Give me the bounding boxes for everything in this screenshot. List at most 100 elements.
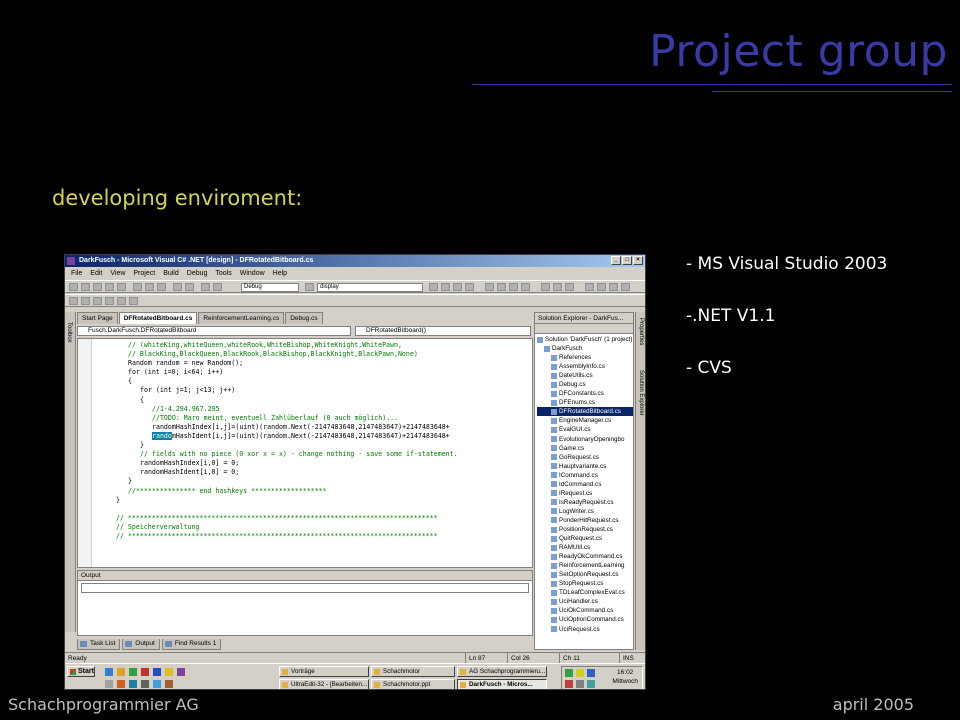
solution-item[interactable]: Hauptvariante.cs [537,462,633,471]
quicklaunch-folder-icon[interactable] [165,668,173,676]
tray-clock[interactable]: 16:02 Mittwoch [612,668,638,686]
close-button[interactable]: × [633,256,643,265]
menu-file[interactable]: File [71,268,82,279]
grid-icon[interactable] [81,297,90,305]
maximize-button[interactable]: □ [622,256,632,265]
save-all-icon[interactable] [117,283,126,291]
code-editor[interactable]: // (whiteKing,whiteQueen,whiteRook,White… [77,338,533,568]
solution-item[interactable]: IRequest.cs [537,489,633,498]
tab-reinforcementlearning[interactable]: ReinforcementLearning.cs [198,312,285,324]
solution-item[interactable]: EngineManager.cs [537,416,633,425]
quicklaunch-tool-icon[interactable] [141,680,149,688]
start-button[interactable]: Start [67,666,95,677]
tab-start-page[interactable]: Start Page [77,312,118,324]
solution-item[interactable]: DFConstants.cs [537,389,633,398]
menu-view[interactable]: View [110,268,125,279]
solution-item[interactable]: LogWriter.cs [537,507,633,516]
code-line[interactable]: } [96,496,458,505]
quicklaunch-vs-icon[interactable] [177,668,185,676]
task-ultraedit[interactable]: UltraEdit-32 - [Bearbeiten... [279,679,369,689]
solution-item[interactable]: EvolutionaryOpeningbo [537,435,633,444]
paste-icon[interactable] [157,283,166,291]
solution-explorer-icon[interactable] [429,283,438,291]
clear-bookmarks-icon[interactable] [621,283,630,291]
find-combo[interactable]: display [317,283,423,292]
new-project-icon[interactable] [69,283,78,291]
tray-network-icon[interactable] [565,669,573,677]
code-line[interactable]: //1-4.294.967.295 [96,405,458,414]
solution-item[interactable]: DFRotatedBitboard.cs [537,407,633,417]
code-line[interactable]: for (int i=0; i<64; i++) [96,368,458,377]
quicklaunch-word-icon[interactable] [153,668,161,676]
tab-task-list[interactable]: Task List [77,639,121,650]
copy-icon[interactable] [145,283,154,291]
code-line[interactable]: // *************************************… [96,514,458,523]
solution-item[interactable]: UciOkCommand.cs [537,606,633,615]
solution-explorer-tab[interactable]: Solution Explorer [638,370,644,416]
undo-icon[interactable] [173,283,182,291]
code-lines[interactable]: // (whiteKing,whiteQueen,whiteRook,White… [96,341,458,541]
bookmark-icon[interactable] [585,283,594,291]
menu-edit[interactable]: Edit [90,268,102,279]
code-line[interactable]: randomHashIndex[i,j]=(uint)(random.Next(… [96,423,458,432]
solution-item[interactable]: DarkFusch [537,344,633,353]
code-line[interactable]: for (int j=1; j<13; j++) [96,386,458,395]
solution-item[interactable]: DateUtils.cs [537,371,633,380]
solution-item[interactable]: Debug.cs [537,380,633,389]
minimize-button[interactable]: _ [611,256,621,265]
tab-dfrotatedbitboard[interactable]: DFRotatedBitboard.cs [118,312,198,324]
add-item-icon[interactable] [81,283,90,291]
solution-item[interactable]: AssemblyInfo.cs [537,362,633,371]
next-bookmark-icon[interactable] [597,283,606,291]
code-line[interactable]: { [96,396,458,405]
tray-printer-icon[interactable] [576,680,584,688]
align-left-icon[interactable] [485,283,494,291]
solution-item[interactable]: Solution 'DarkFusch' (1 project) [537,335,633,344]
indent-icon[interactable] [553,283,562,291]
output-source-select[interactable] [81,583,529,593]
menu-window[interactable]: Window [240,268,265,279]
toolbox-label[interactable]: Toolbox [66,322,72,343]
solution-item[interactable]: PonderHitRequest.cs [537,516,633,525]
solution-item[interactable]: IdCommand.cs [537,480,633,489]
code-line[interactable]: // BlackKing,BlackQueen,BlackRook,BlackB… [96,350,458,359]
task-schachmotor-ppt[interactable]: Schachmotor.ppt [371,679,455,689]
solution-item[interactable]: UciOptionCommand.cs [537,615,633,624]
solution-item[interactable]: PositionRequest.cs [537,525,633,534]
quicklaunch-net-icon[interactable] [129,680,137,688]
tray-volume-icon[interactable] [576,669,584,677]
task-vortraege[interactable]: Vorträge [279,666,369,677]
task-ag-schachprogrammierung[interactable]: AG Schachprogrammieru... [457,666,547,677]
code-line[interactable]: //TODO: Maro meint, eventuell Zahlüberla… [96,414,458,423]
code-line[interactable]: // Speicherverwaltung [96,523,458,532]
menu-debug[interactable]: Debug [187,268,208,279]
quicklaunch-desktop-icon[interactable] [105,680,113,688]
solution-item[interactable]: StopRequest.cs [537,579,633,588]
tab-order-icon[interactable] [105,297,114,305]
solution-item[interactable]: UciHandler.cs [537,597,633,606]
code-line[interactable] [96,505,458,514]
code-line[interactable]: //*************** end hashkeys *********… [96,487,458,496]
toolbox-panel[interactable]: Toolbox [65,312,76,632]
menu-build[interactable]: Build [163,268,179,279]
open-icon[interactable] [93,283,102,291]
toolbox-icon[interactable] [453,283,462,291]
quicklaunch-excel-icon[interactable] [129,668,137,676]
code-line[interactable]: } [96,477,458,486]
cut-icon[interactable] [133,283,142,291]
task-schachmotor[interactable]: Schachmotor [371,666,455,677]
properties-icon[interactable] [441,283,450,291]
solution-item[interactable]: ReadyOkCommand.cs [537,552,633,561]
text-editor-icon[interactable] [541,283,550,291]
solution-item[interactable]: QuitRequest.cs [537,534,633,543]
code-line[interactable]: // fields with no piece (0 xor x = x) - … [96,450,458,459]
lock-icon[interactable] [93,297,102,305]
start-debug-icon[interactable] [213,283,222,291]
tray-update-icon[interactable] [565,680,573,688]
code-line[interactable]: } [96,441,458,450]
save-icon[interactable] [105,283,114,291]
solution-config-select[interactable]: Debug [241,283,299,292]
code-line[interactable]: { [96,377,458,386]
class-view-icon[interactable] [465,283,474,291]
tray-antivirus-icon[interactable] [587,669,595,677]
